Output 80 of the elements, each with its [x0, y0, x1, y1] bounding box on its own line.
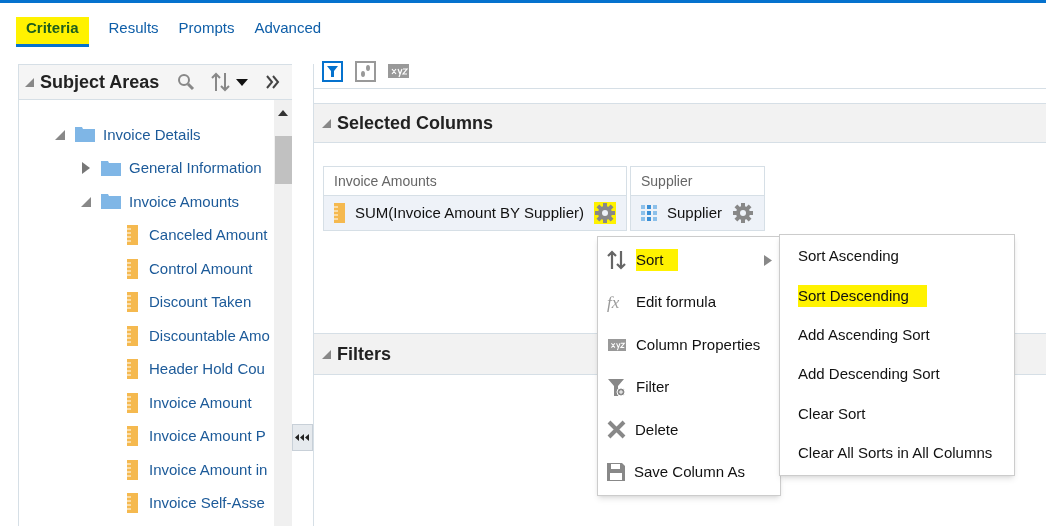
collapse-panel-button[interactable] — [292, 424, 313, 451]
menu-item[interactable]: Sort Ascending — [798, 245, 899, 268]
menu-item[interactable]: fx Edit formula — [598, 281, 780, 324]
column-name: SUM(Invoice Amount BY Supplier) — [355, 202, 584, 223]
scroll-up-arrow-icon[interactable] — [278, 110, 288, 116]
section-title: Filters — [337, 342, 392, 366]
menu-item[interactable]: Delete — [598, 408, 780, 451]
sort-icon — [607, 250, 627, 271]
menu-item[interactable]: Sort — [598, 239, 780, 282]
ruler-icon — [334, 203, 345, 223]
fx-icon: fx — [607, 289, 627, 316]
expand-chevrons-icon[interactable] — [265, 75, 282, 89]
menu-item[interactable]: Sort Descending — [798, 284, 927, 308]
steps-icon[interactable] — [355, 60, 376, 82]
collapse-triangle-icon[interactable] — [322, 118, 331, 128]
menu-label: Save Column As — [634, 461, 745, 482]
column-name: Supplier — [667, 202, 723, 223]
collapse-triangle-icon[interactable] — [322, 349, 331, 359]
menu-item[interactable]: Clear Sort — [798, 402, 866, 426]
tree-item[interactable]: Invoice Amount — [149, 391, 252, 414]
menu-label: Edit formula — [636, 292, 717, 313]
tab[interactable]: Prompts — [178, 16, 235, 47]
tree-item[interactable]: Invoice Amount P — [149, 425, 266, 448]
expanded-triangle-icon[interactable] — [55, 129, 65, 140]
xyz-icon — [607, 338, 627, 351]
tree-item[interactable]: Canceled Amount — [149, 224, 268, 247]
gear-icon[interactable] — [732, 202, 755, 224]
tree-item[interactable]: Discount Taken — [149, 291, 252, 314]
panel-title: Subject Areas — [40, 70, 160, 94]
ruler-icon — [127, 325, 138, 346]
close-icon — [607, 420, 626, 440]
ruler-icon — [127, 225, 138, 246]
menu-item[interactable]: Add Ascending Sort — [798, 324, 930, 347]
tab[interactable]: Criteria — [16, 16, 89, 47]
triple-left-arrow-icon — [295, 434, 310, 441]
menu-label: Delete — [635, 419, 679, 440]
section-title: Selected Columns — [337, 111, 494, 135]
menu-item[interactable]: Filter — [598, 366, 780, 409]
menu-label: Filter — [636, 377, 670, 398]
menu-label: Column Properties — [636, 334, 761, 355]
tree-item[interactable]: Invoice Details — [103, 123, 201, 146]
folder-icon — [75, 127, 95, 143]
submenu-arrow-icon — [764, 254, 772, 266]
column-item[interactable]: Supplier — [631, 196, 765, 230]
ruler-icon — [127, 459, 138, 480]
search-icon[interactable] — [177, 73, 196, 91]
ruler-icon — [127, 493, 138, 514]
tree-item[interactable]: Invoice Amount in — [149, 458, 268, 481]
tree-item[interactable]: Invoice Amounts — [129, 190, 240, 213]
folder-icon — [101, 160, 121, 176]
menu-item[interactable]: Column Properties — [598, 323, 780, 367]
tree-item[interactable]: Control Amount — [149, 257, 253, 280]
scrollbar[interactable] — [274, 100, 292, 526]
ruler-icon — [127, 359, 138, 380]
column-item[interactable]: SUM(Invoice Amount BY Supplier) — [324, 196, 626, 230]
folder-icon — [101, 194, 121, 210]
filter-icon[interactable] — [322, 60, 343, 82]
collapsed-triangle-icon[interactable] — [81, 162, 91, 175]
collapse-triangle-icon[interactable] — [25, 77, 34, 87]
ruler-icon — [127, 392, 138, 413]
ruler-icon — [127, 258, 138, 279]
tree-item[interactable]: Invoice Self-Asse — [149, 492, 265, 515]
save-icon — [607, 463, 625, 482]
tree-item[interactable]: Header Hold Cou — [149, 358, 265, 381]
tab[interactable]: Advanced — [254, 16, 322, 47]
menu-label: Sort — [636, 248, 678, 272]
menu-item[interactable]: Add Descending Sort — [798, 363, 940, 386]
tree-item[interactable]: General Information — [129, 157, 262, 180]
filter-add-icon — [607, 377, 627, 398]
expanded-triangle-icon[interactable] — [81, 196, 91, 207]
grid-icon — [641, 205, 657, 221]
menu-item[interactable]: Clear All Sorts in All Columns — [798, 441, 993, 465]
scrollbar-thumb[interactable] — [274, 136, 292, 184]
ruler-icon — [127, 292, 138, 313]
menu-item[interactable]: Save Column As — [598, 450, 780, 494]
ruler-icon — [127, 426, 138, 447]
tab[interactable]: Results — [108, 16, 159, 47]
tree-item[interactable]: Discountable Amo — [149, 324, 270, 347]
gear-icon[interactable] — [594, 202, 616, 224]
xyz-icon[interactable] — [388, 64, 409, 78]
